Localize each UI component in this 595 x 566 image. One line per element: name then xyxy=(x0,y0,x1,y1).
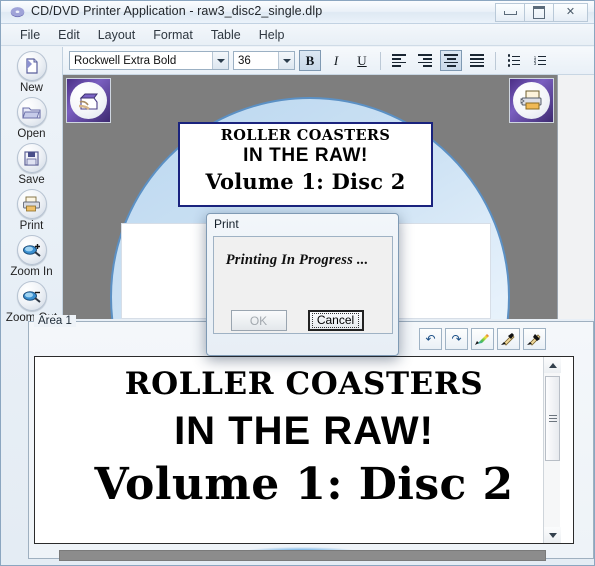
window-controls: ✕ xyxy=(495,3,588,22)
align-center-icon xyxy=(444,54,458,67)
maximize-button[interactable] xyxy=(524,3,553,22)
scrollbar-grip-icon xyxy=(548,415,557,422)
fill-color-brush-icon xyxy=(527,334,541,346)
align-justify-button[interactable] xyxy=(466,50,488,71)
font-size-value: 36 xyxy=(238,54,251,67)
zoom-in-icon xyxy=(16,235,47,265)
new-document-icon xyxy=(16,51,47,81)
align-right-button[interactable] xyxy=(414,50,436,71)
close-button[interactable]: ✕ xyxy=(553,3,588,22)
scroll-up-arrow-icon xyxy=(548,362,557,368)
print-dialog-buttons: OK Cancel xyxy=(207,310,387,331)
sidebar-label-print: Print xyxy=(19,220,44,232)
print-dialog-title: Print xyxy=(214,217,239,231)
bottom-status-strip xyxy=(59,550,546,561)
sidebar-label-new: New xyxy=(19,82,43,94)
editor-line-2: IN THE RAW! xyxy=(174,409,434,453)
tool-sidebar: New Open Save Print Zoom In Zoom Out xyxy=(1,47,63,324)
align-justify-icon xyxy=(470,54,484,67)
printer-preview-icon xyxy=(513,82,550,119)
menu-item-help[interactable]: Help xyxy=(250,26,294,44)
menu-item-layout[interactable]: Layout xyxy=(89,26,145,44)
open-folder-icon xyxy=(16,97,47,127)
redo-button[interactable]: ↷ xyxy=(445,327,468,350)
menu-item-edit[interactable]: Edit xyxy=(49,26,89,44)
window-title: CD/DVD Printer Application - raw3_disc2_… xyxy=(31,4,323,18)
undo-button[interactable]: ↶ xyxy=(419,327,442,350)
import-image-button[interactable] xyxy=(66,78,111,123)
align-left-button[interactable] xyxy=(388,50,410,71)
bullet-list-icon xyxy=(507,54,521,67)
disc-text-line-2: IN THE RAW! xyxy=(243,145,368,166)
editor-line-3: Volume 1: Disc 2 xyxy=(94,459,514,510)
italic-label: I xyxy=(333,52,339,68)
toolbar-divider xyxy=(380,51,381,70)
scroll-up-button[interactable] xyxy=(544,357,561,373)
bold-button[interactable]: B xyxy=(299,50,321,71)
preview-right-margin xyxy=(557,75,594,319)
menu-item-table[interactable]: Table xyxy=(202,26,250,44)
import-image-icon xyxy=(70,82,107,119)
numbered-list-icon: 123 xyxy=(534,55,547,66)
menu-bar: File Edit Layout Format Table Help xyxy=(1,24,594,46)
chevron-down-icon[interactable] xyxy=(212,52,228,69)
fill-color-button[interactable] xyxy=(523,327,546,350)
font-family-value: Rockwell Extra Bold xyxy=(74,54,177,67)
sidebar-item-open[interactable]: Open xyxy=(2,97,62,141)
disc-icon xyxy=(10,7,25,18)
scrollbar-thumb[interactable] xyxy=(545,376,560,461)
ok-button-label: OK xyxy=(249,313,268,328)
underline-label: U xyxy=(357,52,367,68)
application-window: CD/DVD Printer Application - raw3_disc2_… xyxy=(0,0,595,566)
undo-icon: ↶ xyxy=(425,331,436,346)
sidebar-label-save: Save xyxy=(18,174,45,186)
chevron-down-icon[interactable] xyxy=(278,52,294,69)
bold-label: B xyxy=(305,52,315,68)
bullet-list-button[interactable] xyxy=(503,50,525,71)
font-family-combo[interactable]: Rockwell Extra Bold xyxy=(69,51,229,70)
sidebar-item-print[interactable]: Print xyxy=(2,189,62,233)
zoom-out-icon xyxy=(16,281,47,311)
print-preview-button[interactable] xyxy=(509,78,554,123)
editor-line-1: ROLLER COASTERS xyxy=(124,366,484,402)
scroll-down-arrow-icon xyxy=(548,532,557,538)
print-dialog: Print Printing In Progress ... OK Cancel xyxy=(206,213,399,356)
text-color-brush-icon xyxy=(501,333,515,346)
print-status-message: Printing In Progress ... xyxy=(225,252,369,268)
menu-item-format[interactable]: Format xyxy=(144,26,202,44)
align-left-icon xyxy=(392,54,406,67)
editor-vertical-scrollbar[interactable] xyxy=(543,357,561,543)
close-icon: ✕ xyxy=(565,6,576,18)
text-editor-area[interactable]: ROLLER COASTERS IN THE RAW! Volume 1: Di… xyxy=(34,356,574,544)
align-right-icon xyxy=(418,54,432,67)
format-toolbar: Rockwell Extra Bold 36 B I U 1 2 3 xyxy=(63,47,594,75)
text-color-button[interactable] xyxy=(497,327,520,350)
disc-text-line-1: ROLLER COASTERS xyxy=(220,127,391,144)
sidebar-label-open: Open xyxy=(17,128,46,140)
printer-icon xyxy=(16,189,47,219)
align-center-button[interactable] xyxy=(440,50,462,71)
cancel-button-label: Cancel xyxy=(311,313,360,328)
save-disk-icon xyxy=(16,143,47,173)
font-size-combo[interactable]: 36 xyxy=(233,51,295,70)
title-bar: CD/DVD Printer Application - raw3_disc2_… xyxy=(1,1,594,24)
sidebar-item-zoom-in[interactable]: Zoom In xyxy=(2,235,62,279)
disc-text-line-3: Volume 1: Disc 2 xyxy=(205,169,406,194)
underline-button[interactable]: U xyxy=(351,50,373,71)
scroll-down-button[interactable] xyxy=(544,527,561,543)
sidebar-item-new[interactable]: New xyxy=(2,51,62,95)
italic-button[interactable]: I xyxy=(325,50,347,71)
minimize-button[interactable] xyxy=(495,3,524,22)
redo-icon: ↷ xyxy=(451,331,462,346)
toolbar-divider xyxy=(495,51,496,70)
menu-item-file[interactable]: File xyxy=(11,26,49,44)
gradient-brush-icon xyxy=(475,334,489,345)
sidebar-label-zoom-in: Zoom In xyxy=(10,266,53,278)
disc-text-object[interactable]: ROLLER COASTERS IN THE RAW! Volume 1: Di… xyxy=(178,122,433,207)
numbered-list-button[interactable]: 123 xyxy=(529,50,551,71)
ok-button: OK xyxy=(230,310,287,331)
sidebar-item-save[interactable]: Save xyxy=(2,143,62,187)
gradient-fill-button[interactable] xyxy=(471,327,494,350)
cancel-button[interactable]: Cancel xyxy=(307,310,364,331)
